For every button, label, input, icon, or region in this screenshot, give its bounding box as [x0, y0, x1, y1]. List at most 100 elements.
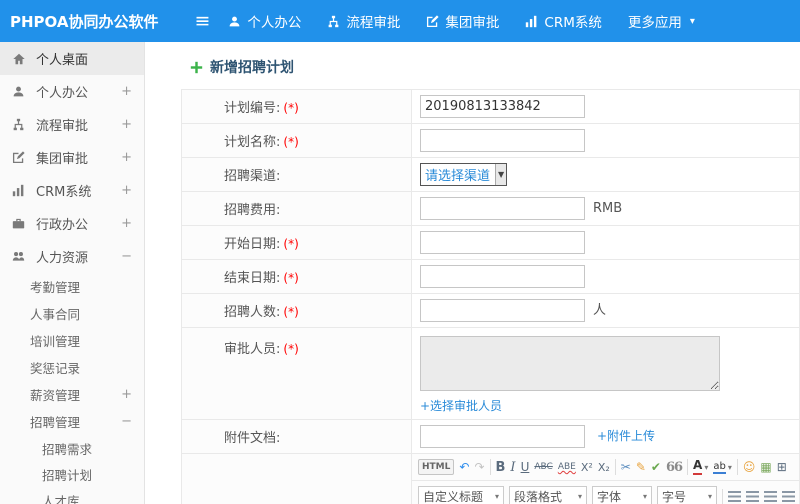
autotypeset-icon[interactable]: ✔	[651, 460, 661, 474]
sidebar-item-6[interactable]: 行政办公 +	[0, 207, 144, 240]
blockquote-icon[interactable]: 66	[666, 460, 683, 475]
align-center-icon[interactable]	[746, 491, 759, 502]
expand-toggle-icon[interactable]: −	[117, 414, 132, 429]
plan-name-label-cell: 计划名称: (*)	[181, 123, 412, 158]
sidebar-item-16[interactable]: 人才库	[0, 487, 144, 504]
sidebar-item-15[interactable]: 招聘计划	[0, 461, 144, 487]
expand-toggle-icon[interactable]: +	[117, 117, 132, 132]
approvers-link[interactable]: +选择审批人员	[420, 399, 502, 413]
headcount-input[interactable]	[420, 299, 585, 322]
approvers-link-row: +选择审批人员	[420, 397, 791, 414]
image-icon[interactable]: ▦	[760, 460, 771, 474]
form-row-headcount: 招聘人数: (*) 人	[181, 293, 800, 328]
sidebar-item-2[interactable]: 个人办公 +	[0, 75, 144, 108]
superscript-icon[interactable]: X²	[581, 461, 593, 474]
sidebar-item-7[interactable]: 人力资源 −	[0, 240, 144, 273]
sidebar-item-8[interactable]: 考勤管理	[0, 273, 144, 300]
plus-icon	[190, 61, 203, 74]
align-justify-icon[interactable]	[782, 491, 795, 502]
expand-toggle-icon[interactable]: +	[117, 387, 132, 402]
menu-toggle-icon[interactable]: ≡	[195, 11, 211, 31]
approvers-value-cell: +选择审批人员	[411, 327, 800, 420]
sidebar-item-label: 个人桌面	[36, 53, 89, 68]
align-right-icon[interactable]	[764, 491, 777, 502]
sidebar-item-label: 薪资管理	[30, 388, 81, 403]
paragraph-format-select[interactable]: 段落格式 ▾	[509, 486, 587, 504]
topbar-nav-item-2[interactable]: 流程审批	[327, 11, 400, 31]
background-color-icon[interactable]: ab	[713, 461, 726, 474]
sidebar-item-11[interactable]: 奖惩记录	[0, 354, 144, 381]
caret-down-icon: ▾	[494, 492, 499, 501]
sidebar-item-5[interactable]: CRM系统 +	[0, 174, 144, 207]
topbar-nav-item-1[interactable]: 个人办公	[228, 11, 301, 31]
remove-format-icon[interactable]: ✂	[621, 460, 631, 474]
font-size-select[interactable]: 字号 ▾	[657, 486, 717, 504]
people-icon	[12, 250, 29, 263]
chart-icon	[525, 15, 538, 28]
sidebar-item-1[interactable]: 个人桌面	[0, 42, 144, 75]
sidebar-item-label: 考勤管理	[30, 280, 81, 295]
custom-title-select[interactable]: 自定义标题 ▾	[418, 486, 504, 504]
sidebar-item-14[interactable]: 招聘需求	[0, 435, 144, 461]
sidebar-item-10[interactable]: 培训管理	[0, 327, 144, 354]
start-date-input[interactable]	[420, 231, 585, 254]
topbar-nav-item-4[interactable]: CRM系统	[525, 11, 602, 31]
form-row-start-date: 开始日期: (*)	[181, 225, 800, 260]
selected-option: 请选择渠道	[425, 169, 491, 184]
headcount-label-cell: 招聘人数: (*)	[181, 293, 412, 328]
edit-icon	[426, 14, 440, 28]
font-color-icon[interactable]: A	[693, 459, 703, 475]
approvers-textarea[interactable]	[420, 336, 720, 391]
plan-name-input[interactable]	[420, 129, 585, 152]
form-row-plan-number: 计划编号: (*)	[181, 89, 800, 124]
format-painter-icon[interactable]: ✎	[636, 460, 646, 474]
underline-icon[interactable]: U	[521, 460, 530, 474]
editor-toolbar-row1: HTML ↶ ↷ B I U ABC ABE X² X₂ ✂ ✎ ✔ 66 A ▾ ab ▾ ☺ ▦ ⊞	[412, 454, 799, 481]
toolbar-separator	[687, 459, 689, 475]
expand-toggle-icon[interactable]: +	[117, 183, 132, 198]
italic-icon[interactable]: I	[510, 460, 515, 475]
undo-icon[interactable]: ↶	[459, 460, 469, 474]
sidebar-item-3[interactable]: 流程审批 +	[0, 108, 144, 141]
cost-unit-label: RMB	[593, 201, 623, 216]
sidebar-item-label: 个人办公	[36, 86, 89, 101]
form-row-channel: 招聘渠道: 请选择渠道 ▼	[181, 157, 800, 192]
sidebar-item-4[interactable]: 集团审批 +	[0, 141, 144, 174]
cost-label: 招聘费用:	[224, 203, 281, 218]
html-source-button[interactable]: HTML	[418, 459, 455, 475]
page-title-text: 新增招聘计划	[210, 60, 294, 76]
redo-icon[interactable]: ↷	[474, 460, 484, 474]
channel-select[interactable]: 请选择渠道 ▼	[420, 163, 508, 186]
subscript-icon[interactable]: X₂	[598, 461, 610, 474]
font-family-select[interactable]: 字体 ▾	[592, 486, 652, 504]
sidebar-item-12[interactable]: 薪资管理 +	[0, 381, 144, 408]
fullscreen-icon[interactable]: ⊞	[777, 460, 787, 474]
user-icon	[12, 85, 29, 98]
topbar-nav-item-3[interactable]: 集团审批	[426, 11, 499, 31]
topbar-nav-item-5[interactable]: 更多应用 ▾	[628, 11, 695, 31]
attachment-input[interactable]	[420, 425, 585, 448]
font-color-icon-wrap[interactable]: A ▾	[693, 459, 708, 475]
cost-input[interactable]	[420, 197, 585, 220]
strikethrough-icon[interactable]: ABC	[534, 462, 552, 472]
plan-number-input[interactable]	[420, 95, 585, 118]
expand-toggle-icon[interactable]: −	[117, 249, 132, 264]
end-date-input[interactable]	[420, 265, 585, 288]
bold-icon[interactable]: B	[496, 460, 506, 475]
spellcheck-icon[interactable]: ABE	[558, 462, 576, 472]
sidebar-item-9[interactable]: 人事合同	[0, 300, 144, 327]
cost-label-cell: 招聘费用:	[181, 191, 412, 226]
attachment-link[interactable]: +附件上传	[597, 429, 655, 443]
expand-toggle-icon[interactable]: +	[117, 216, 132, 231]
content-editor-row: HTML ↶ ↷ B I U ABC ABE X² X₂ ✂ ✎ ✔ 66 A ▾ ab ▾ ☺ ▦ ⊞ 自定义标题 ▾ 段落…	[181, 453, 800, 504]
flow-icon	[12, 118, 29, 131]
background-color-icon-wrap[interactable]: ab ▾	[713, 461, 732, 474]
caret-down-icon: ▾	[642, 492, 647, 501]
required-mark: (*)	[283, 342, 299, 356]
sidebar-item-13[interactable]: 招聘管理 −	[0, 408, 144, 435]
align-left-icon[interactable]	[728, 491, 741, 502]
emotion-icon[interactable]: ☺	[743, 460, 756, 474]
expand-toggle-icon[interactable]: +	[117, 84, 132, 99]
expand-toggle-icon[interactable]: +	[117, 150, 132, 165]
rich-text-editor: HTML ↶ ↷ B I U ABC ABE X² X₂ ✂ ✎ ✔ 66 A ▾ ab ▾ ☺ ▦ ⊞ 自定义标题 ▾ 段落…	[411, 453, 800, 504]
